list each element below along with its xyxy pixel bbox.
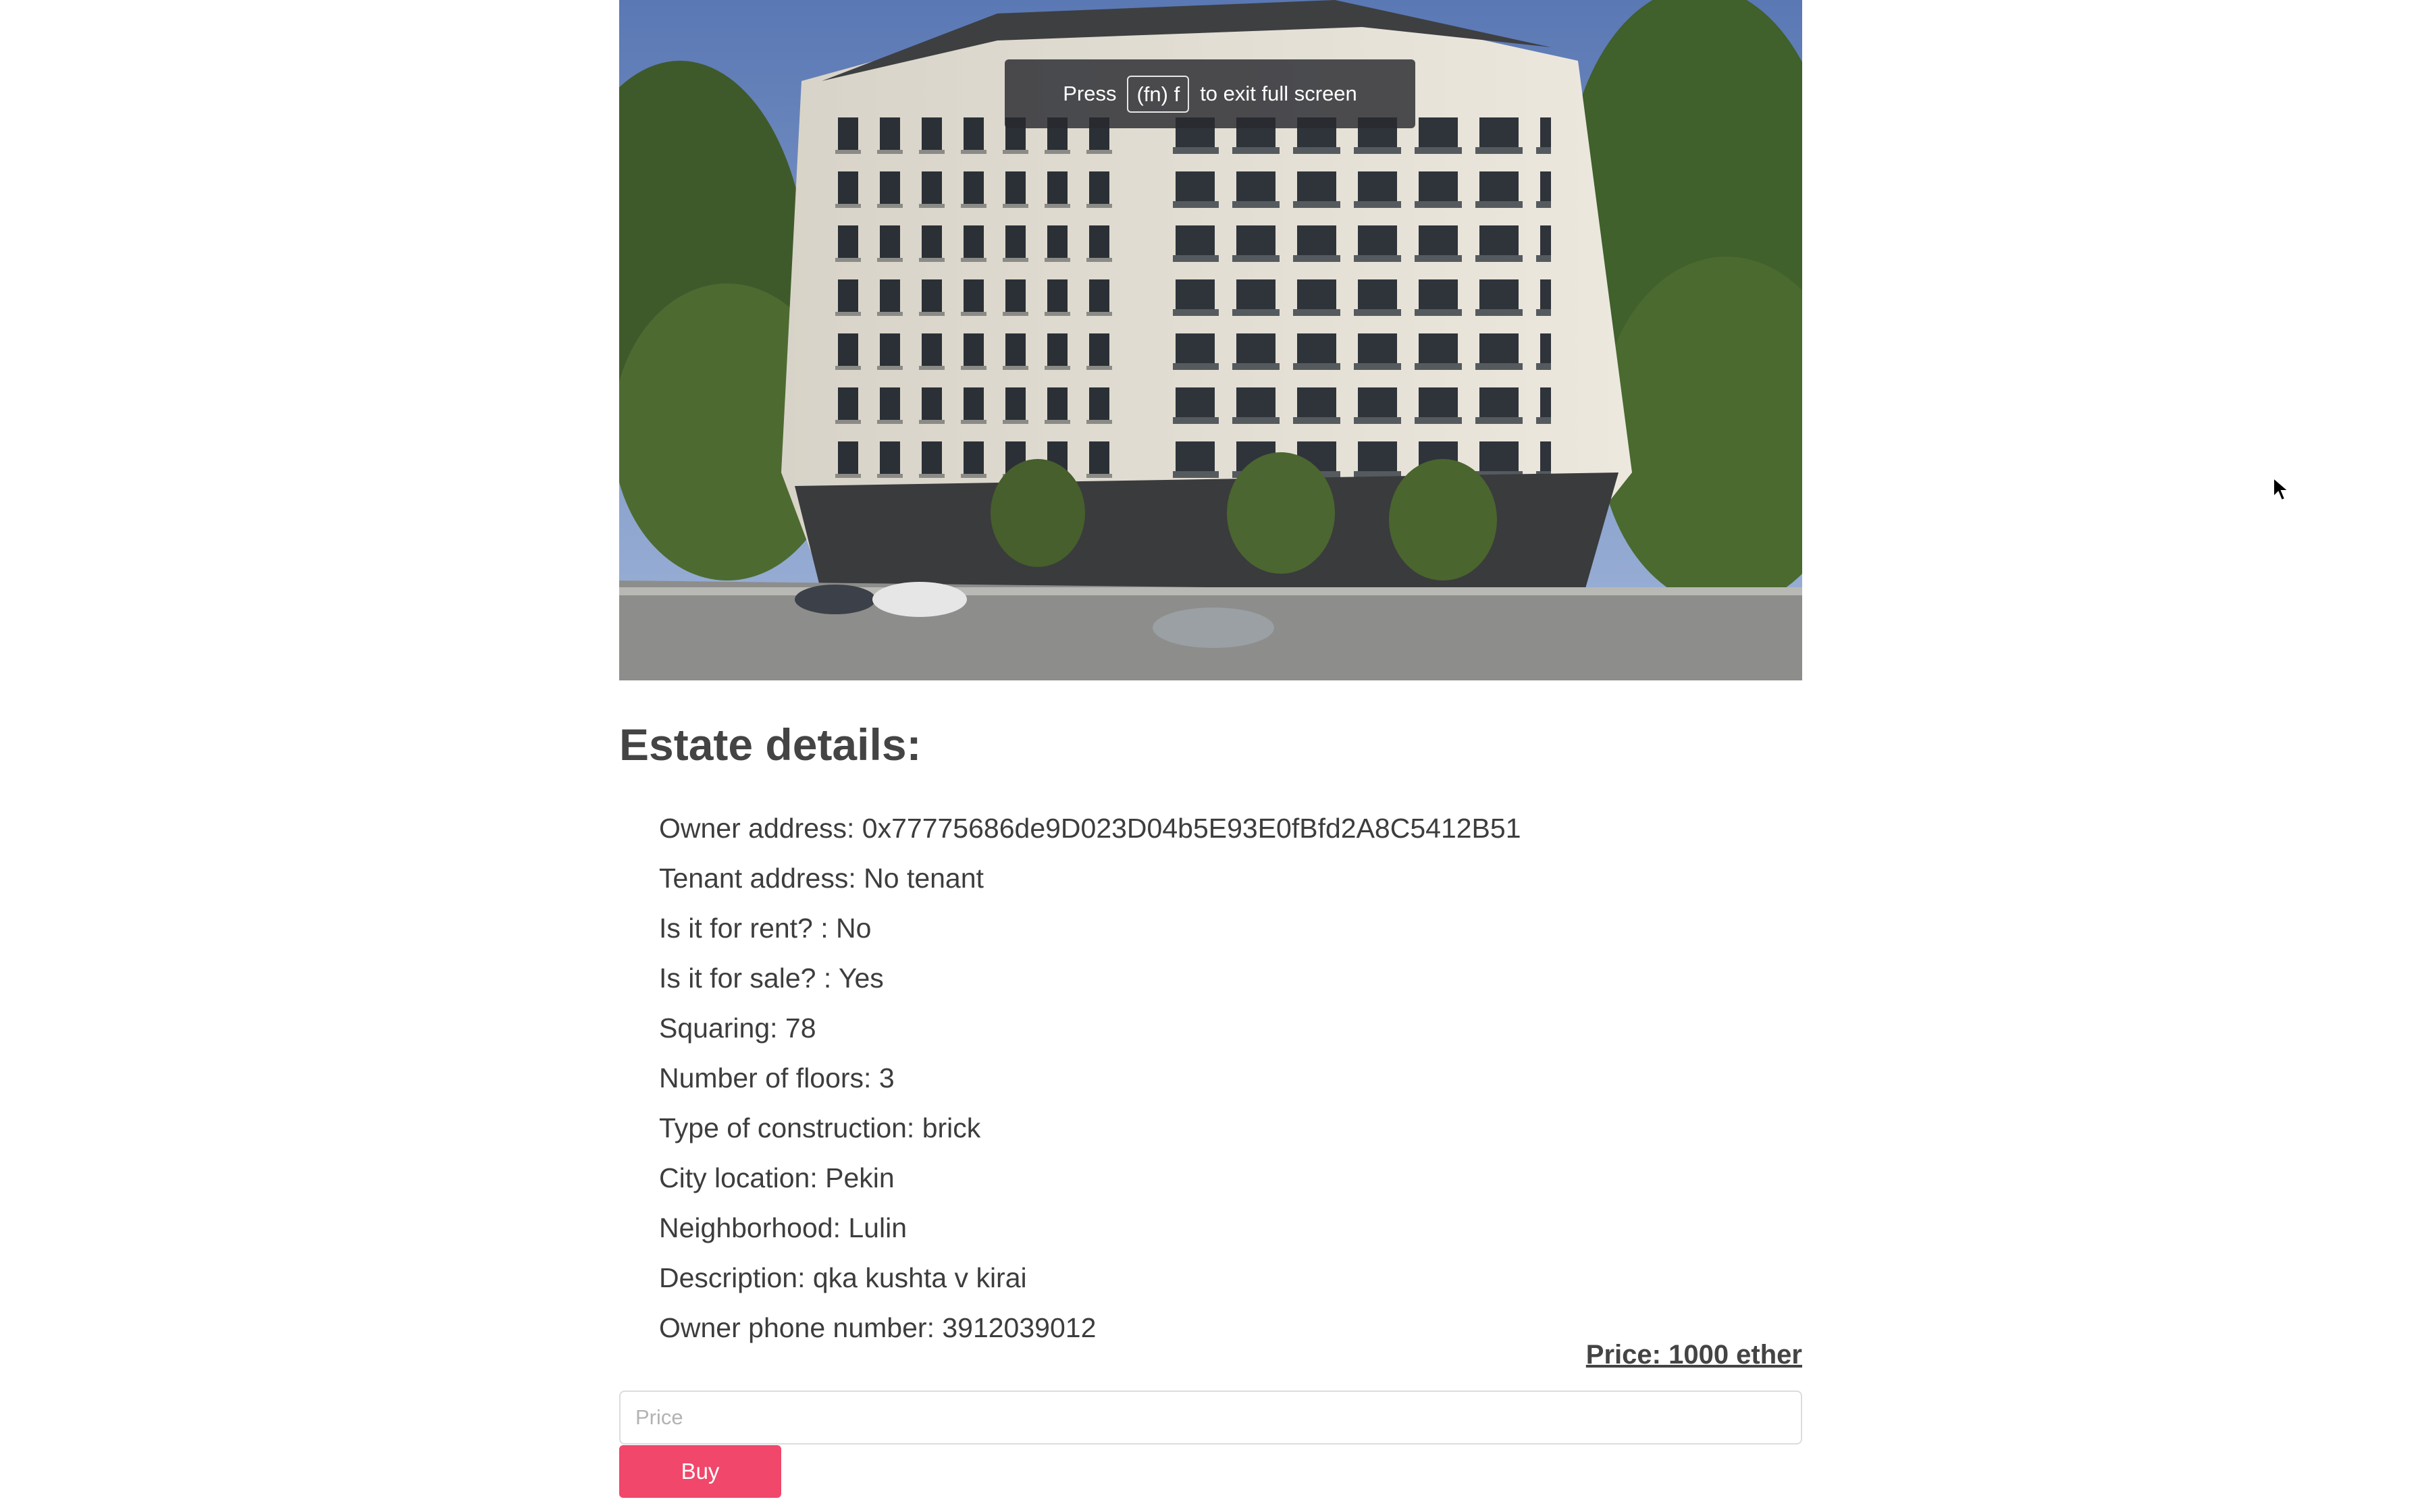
fullscreen-key-hint: (fn) f [1127,75,1190,113]
price-label: Price: 1000 ether [1585,1340,1802,1370]
buy-button[interactable]: Buy [619,1445,781,1498]
detail-owner-address: Owner address: 0x77775686de9D023D04b5E93… [659,813,1521,844]
fullscreen-suffix-text: to exit full screen [1200,82,1357,105]
fullscreen-exit-notice: Press (fn) f to exit full screen [1005,59,1415,128]
detail-for-rent: Is it for rent? : No [659,913,872,944]
detail-city: City location: Pekin [659,1162,895,1193]
detail-for-sale: Is it for sale? : Yes [659,963,884,994]
detail-squaring: Squaring: 78 [659,1013,816,1044]
page: Press (fn) f to exit full screen Estate … [0,0,2420,1512]
mouse-cursor-icon [2273,477,2290,502]
detail-owner-phone: Owner phone number: 3912039012 [659,1312,1097,1343]
fullscreen-press-text: Press [1063,82,1117,105]
details-list: Owner address: 0x77775686de9D023D04b5E93… [659,803,1521,1353]
price-input[interactable] [619,1390,1802,1444]
detail-floors: Number of floors: 3 [659,1062,895,1094]
detail-construction: Type of construction: brick [659,1112,981,1143]
detail-tenant-address: Tenant address: No tenant [659,863,984,894]
detail-neighborhood: Neighborhood: Lulin [659,1212,907,1243]
detail-description: Description: qka kushta v kirai [659,1262,1027,1293]
details-title: Estate details: [619,720,922,770]
